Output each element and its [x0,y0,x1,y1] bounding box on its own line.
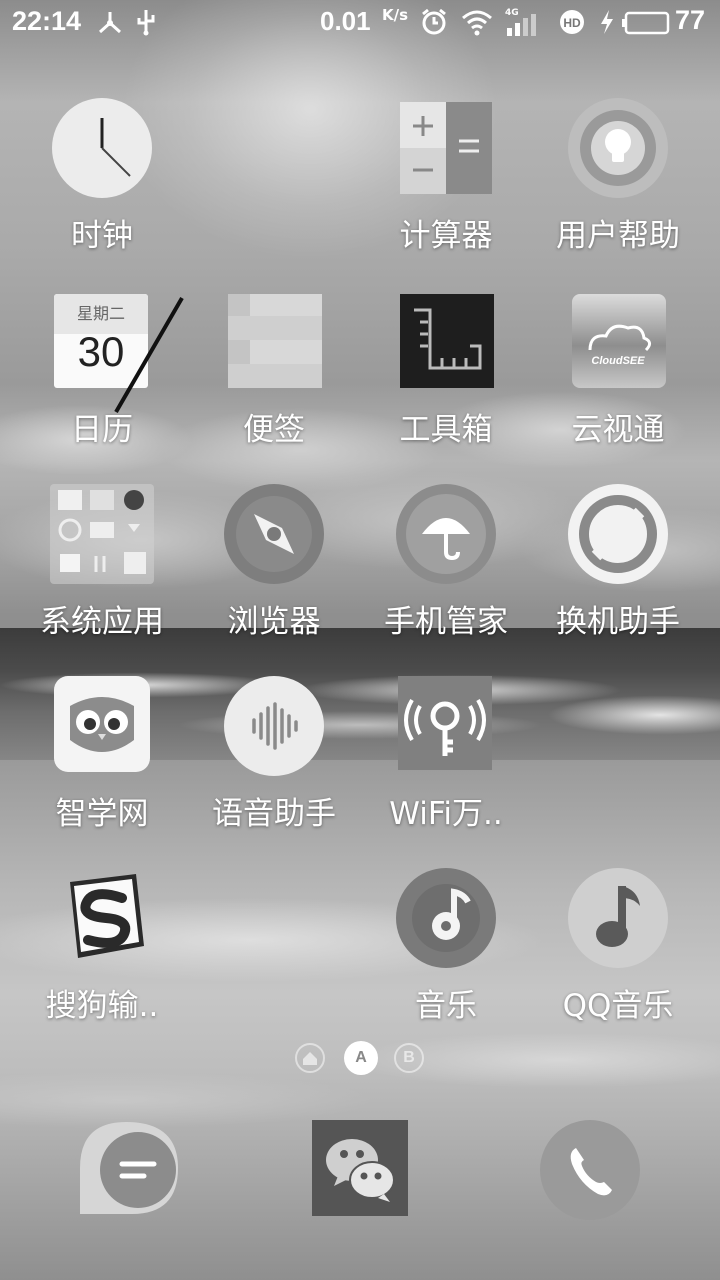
status-time: 22:14 [12,6,82,36]
status-bar: 22:14 0.01 K/s 4G HD 77 [0,0,720,46]
app-label: 手机管家 [384,604,508,640]
app-phone-migration[interactable]: 换机助手 [532,484,704,654]
app-label: WiFi万.. [389,796,503,832]
app-label: 工具箱 [399,412,493,448]
app-music[interactable]: 音乐 [360,868,532,1038]
compass-icon [224,484,324,584]
app-label: 音乐 [415,988,477,1024]
music-note-icon [396,868,496,968]
page-indicator-a[interactable]: A [344,1041,378,1075]
battery-level: 77 [675,5,706,35]
charging-icon [598,8,616,43]
signal-icon [505,12,545,43]
app-label: 便签 [243,412,305,448]
app-label: 时钟 [71,218,133,254]
battery-icon [622,11,672,42]
app-toolbox[interactable]: 工具箱 [360,292,532,462]
app-phone-manager[interactable]: 手机管家 [360,484,532,654]
app-notes[interactable]: 便签 [188,292,360,462]
app-voice-assistant[interactable]: 语音助手 [188,676,360,846]
cloudsee-icon: CloudSEE [568,292,668,392]
app-cloudsee[interactable]: CloudSEE 云视通 [532,292,704,462]
app-label: 计算器 [399,218,493,254]
lightbulb-icon [568,98,668,198]
notes-icon [224,292,324,392]
wechat-icon [326,1139,395,1202]
app-calculator[interactable]: 计算器 [360,98,532,268]
alarm-icon [420,8,448,43]
owl-icon [54,676,150,772]
app-qq-music[interactable]: QQ音乐 [532,868,704,1038]
dock-wechat[interactable] [312,1120,408,1216]
wifi-key-icon [398,676,492,770]
folder-icon [50,484,154,584]
app-zhixue[interactable]: 智学网 [16,676,188,846]
net-speed-unit: K/s [382,6,409,24]
app-label: 系统应用 [40,604,164,640]
home-icon [303,1052,317,1065]
app-sogou-input[interactable]: 搜狗输.. [16,868,188,1038]
page-indicator-b[interactable]: B [394,1043,424,1073]
app-label: 换机助手 [556,604,680,640]
app-label: 浏览器 [227,604,321,640]
sogou-s-icon [52,868,152,968]
screen-scratch-line [114,296,184,414]
message-bubble-icon [80,1122,178,1214]
app-label: 用户帮助 [556,218,680,254]
app-label: 搜狗输.. [45,988,159,1024]
app-label: QQ音乐 [562,988,674,1024]
dock-phone[interactable] [540,1120,640,1220]
app-wifi-master[interactable]: WiFi万.. [360,676,532,846]
app-label: 云视通 [571,412,665,448]
hd-icon: HD [558,8,586,43]
cloudsee-logo: CloudSEE [591,355,645,367]
soundwave-icon [224,676,324,776]
net-speed: 0.01 [320,6,371,36]
wifi-icon [460,8,494,43]
sync-icon [568,484,668,584]
app-label: 智学网 [55,796,149,832]
usb-share-icon [96,8,124,43]
app-clock[interactable]: 时钟 [16,98,188,268]
app-system-apps-folder[interactable]: 系统应用 [16,484,188,654]
svg-text:HD: HD [563,16,581,30]
app-user-help[interactable]: 用户帮助 [532,98,704,268]
page-indicator-home[interactable] [295,1043,325,1073]
calculator-icon [396,98,496,198]
dock-messages[interactable] [80,1120,180,1220]
app-label: 语音助手 [212,796,336,832]
toolbox-icon [396,292,496,392]
app-browser[interactable]: 浏览器 [188,484,360,654]
usb-icon [134,8,158,43]
clock-icon [52,98,152,198]
umbrella-icon [396,484,496,584]
phone-icon [540,1120,640,1220]
qq-music-icon [568,868,668,968]
